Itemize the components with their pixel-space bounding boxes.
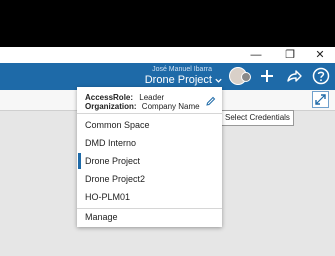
access-role-row: AccessRole: Leader — [85, 93, 164, 102]
restore-button[interactable]: ❐ — [282, 47, 298, 63]
organization-row: Organization: Company Name — [85, 102, 200, 111]
tooltip: Select Credentials — [221, 110, 294, 126]
share-icon[interactable] — [285, 67, 303, 85]
user-name: José Manuel Ibarra — [152, 66, 212, 73]
close-button[interactable]: ✕ — [312, 47, 328, 63]
manage-button[interactable]: Manage — [77, 208, 222, 226]
chevron-down-icon[interactable] — [214, 76, 223, 85]
access-role-label: AccessRole: — [85, 93, 134, 102]
access-role-value: Leader — [139, 93, 165, 102]
menu-item-common-space[interactable]: Common Space — [77, 116, 222, 134]
expand-icon — [315, 94, 326, 105]
minimize-button[interactable]: — — [248, 47, 264, 63]
menu-item-drone-project[interactable]: Drone Project — [77, 152, 222, 170]
plus-icon[interactable] — [258, 67, 276, 85]
menu-item-drone-project2[interactable]: Drone Project2 — [77, 170, 222, 188]
divider — [77, 113, 222, 114]
top-black-strip — [0, 0, 335, 47]
menu-item-dmd-interno[interactable]: DMD Interno — [77, 134, 222, 152]
pencil-icon[interactable] — [206, 96, 216, 106]
help-icon[interactable] — [312, 67, 330, 85]
menu-item-ho-plm01[interactable]: HO-PLM01 — [77, 188, 222, 206]
organization-value: Company Name — [141, 102, 200, 111]
organization-label: Organization: — [85, 102, 137, 111]
avatar-badge — [241, 72, 251, 82]
project-selector[interactable]: Drone Project — [145, 74, 212, 86]
expand-button[interactable] — [312, 91, 329, 108]
active-indicator — [78, 153, 81, 169]
